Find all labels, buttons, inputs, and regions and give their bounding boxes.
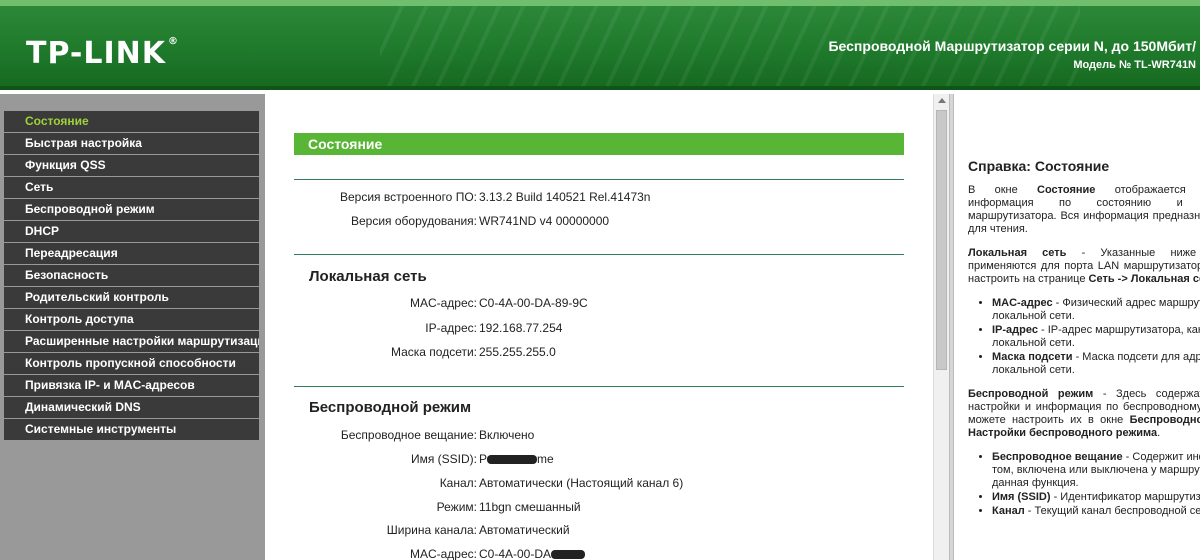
lan-ip-value: 192.168.77.254 (479, 321, 563, 335)
sidebar-item-bandwidth-control[interactable]: Контроль пропускной способности (4, 353, 259, 374)
divider (294, 254, 904, 255)
sidebar-item-access-control[interactable]: Контроль доступа (4, 309, 259, 330)
sidebar-item-ip-mac-binding[interactable]: Привязка IP- и MAC-адресов (4, 375, 259, 396)
firmware-label: Версия встроенного ПО: (340, 190, 477, 204)
help-body: В окне Состояние отображается техническа… (968, 184, 1200, 529)
list-item: Беспроводное вещание - Содержит информац… (992, 451, 1200, 490)
scroll-up-arrow-icon[interactable] (938, 98, 946, 103)
model-number: Модель № TL-WR741N (1073, 59, 1196, 71)
help-text: - Идентификатор маршрутизатора. (1053, 491, 1200, 503)
main-content: Состояние Версия встроенного ПО: 3.13.2 … (265, 94, 933, 560)
wireless-mac-row: MAC-адрес: C0-4A-00-DA (294, 547, 904, 560)
wireless-mode-value: 11bgn смешанный (479, 500, 581, 514)
lan-mask-value: 255.255.255.0 (479, 345, 556, 359)
sidebar-item-advanced-routing[interactable]: Расширенные настройки маршрутизации (4, 331, 259, 352)
wireless-mac-label: MAC-адрес: (409, 547, 477, 560)
product-title: Беспроводной Маршрутизатор серии N, до 1… (828, 38, 1196, 54)
help-intro: В окне Состояние отображается техническа… (968, 184, 1200, 236)
lan-mask-label: Маска подсети: (390, 345, 477, 359)
scrollbar-thumb[interactable] (936, 110, 947, 370)
lan-mask-row: Маска подсети: 255.255.255.0 (294, 345, 904, 363)
help-wireless: Беспроводной режим - Здесь содержатся те… (968, 388, 1200, 440)
wireless-mac-value: C0-4A-00-DA (479, 547, 586, 560)
header: TP-LINK ® Беспроводной Маршрутизатор сери… (0, 0, 1200, 90)
sidebar: Состояние Быстрая настройка Функция QSS … (0, 94, 265, 560)
list-item: Имя (SSID) - Идентификатор маршрутизатор… (992, 491, 1200, 504)
help-bold: IP-адрес (992, 324, 1038, 336)
wireless-mode-row: Режим: 11bgn смешанный (294, 500, 904, 518)
lan-mac-value: C0-4A-00-DA-89-9C (479, 296, 588, 310)
help-text: В окне (968, 184, 1038, 196)
redaction-scribble (551, 550, 586, 560)
registered-mark: ® (168, 36, 180, 47)
help-bold: MAC-адрес (992, 297, 1053, 309)
sidebar-menu: Состояние Быстрая настройка Функция QSS … (4, 111, 259, 441)
list-item: Маска подсети - Маска подсети для адресо… (992, 351, 1200, 377)
wireless-channel-label: Канал: (439, 476, 477, 490)
sidebar-item-ddns[interactable]: Динамический DNS (4, 397, 259, 418)
divider (294, 179, 904, 180)
sidebar-item-wireless[interactable]: Беспроводной режим (4, 199, 259, 220)
sidebar-item-forwarding[interactable]: Переадресация (4, 243, 259, 264)
help-bold: Локальная сеть (968, 247, 1067, 259)
help-text: . (1157, 427, 1161, 439)
divider (294, 386, 904, 387)
logo-text: TP-LINK (26, 36, 167, 71)
tp-link-logo: TP-LINK ® (26, 36, 179, 71)
list-item: Канал - Текущий канал беспроводной сети. (992, 505, 1200, 518)
help-bold: Сеть -> Локальная сеть (1088, 273, 1200, 285)
lan-mac-row: MAC-адрес: C0-4A-00-DA-89-9C (294, 296, 904, 314)
wireless-width-row: Ширина канала: Автоматический (294, 523, 904, 541)
wireless-mac-text: C0-4A-00-DA (479, 547, 552, 560)
wireless-width-value: Автоматический (479, 523, 570, 537)
help-bold: Состояние (1037, 184, 1096, 196)
hardware-label: Версия оборудования: (351, 214, 477, 228)
sidebar-item-security[interactable]: Безопасность (4, 265, 259, 286)
help-text: - Текущий канал беспроводной сети. (1024, 505, 1200, 517)
sidebar-item-dhcp[interactable]: DHCP (4, 221, 259, 242)
wireless-ssid-label: Имя (SSID): (410, 452, 477, 466)
lan-title: Локальная сеть (309, 268, 427, 285)
lan-ip-label: IP-адрес: (425, 321, 477, 335)
wireless-title: Беспроводной режим (309, 399, 472, 416)
wireless-ssid-row: Имя (SSID): Pme (294, 452, 904, 470)
wireless-mode-label: Режим: (436, 500, 477, 514)
help-title: Справка: Состояние (968, 158, 1110, 174)
list-item: MAC-адрес - Физический адрес маршрутизат… (992, 297, 1200, 323)
hardware-value: WR741ND v4 00000000 (479, 214, 610, 228)
firmware-row: Версия встроенного ПО: 3.13.2 Build 1405… (294, 190, 904, 208)
help-bold: Имя (SSID) (992, 491, 1051, 503)
help-lan: Локальная сеть - Указанные ниже параметр… (968, 247, 1200, 286)
page-title: Состояние (294, 133, 904, 155)
wireless-ssid-value: Pme (479, 452, 554, 466)
sidebar-item-system-tools[interactable]: Системные инструменты (4, 419, 259, 440)
wireless-channel-row: Канал: Автоматически (Настоящий канал 6) (294, 476, 904, 494)
help-wireless-list: Беспроводное вещание - Содержит информац… (992, 451, 1200, 518)
lan-mac-label: MAC-адрес: (409, 296, 477, 310)
lan-ip-row: IP-адрес: 192.168.77.254 (294, 321, 904, 339)
wireless-broadcast-label: Беспроводное вещание: (340, 428, 477, 442)
redaction-scribble (487, 455, 538, 465)
ssid-text-start: P (479, 452, 488, 466)
help-bold: Маска подсети (992, 351, 1073, 363)
wireless-broadcast-value: Включено (479, 428, 535, 442)
firmware-value: 3.13.2 Build 140521 Rel.41473n (479, 190, 651, 204)
sidebar-item-network[interactable]: Сеть (4, 177, 259, 198)
sidebar-item-status[interactable]: Состояние (4, 111, 259, 132)
wireless-broadcast-row: Беспроводное вещание: Включено (294, 428, 904, 446)
wireless-width-label: Ширина канала: (386, 523, 477, 537)
sidebar-item-qss[interactable]: Функция QSS (4, 155, 259, 176)
help-panel: Справка: Состояние В окне Состояние отоб… (954, 94, 1200, 560)
help-bold: Канал (992, 505, 1025, 517)
help-bold: Беспроводное вещание (992, 451, 1123, 463)
help-bold: Беспроводной режим (968, 388, 1094, 400)
sidebar-item-parental-control[interactable]: Родительский контроль (4, 287, 259, 308)
ssid-text-end: me (537, 452, 554, 466)
main-scrollbar[interactable] (933, 94, 949, 560)
wireless-channel-value: Автоматически (Настоящий канал 6) (479, 476, 684, 490)
hardware-row: Версия оборудования: WR741ND v4 00000000 (294, 214, 904, 232)
sidebar-item-quick-setup[interactable]: Быстрая настройка (4, 133, 259, 154)
list-item: IP-адрес - IP-адрес маршрутизатора, как … (992, 324, 1200, 350)
help-lan-list: MAC-адрес - Физический адрес маршрутизат… (992, 297, 1200, 377)
